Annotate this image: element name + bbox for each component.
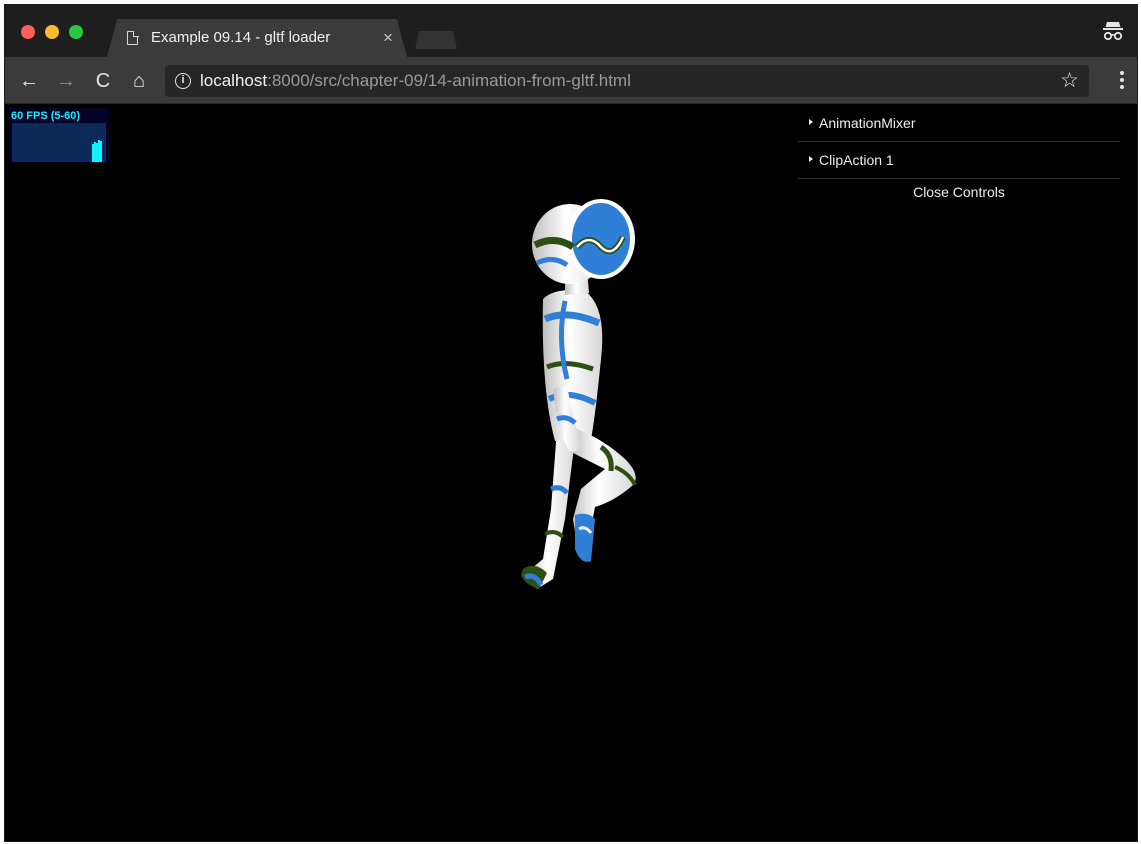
folder-label: AnimationMixer (819, 115, 916, 131)
disclosure-triangle-icon (809, 119, 813, 125)
close-icon[interactable]: × (383, 28, 393, 48)
active-tab[interactable]: Example 09.14 - gltf loader × (107, 19, 407, 57)
new-tab-button[interactable] (415, 31, 457, 49)
minimize-window-button[interactable] (45, 25, 59, 39)
bookmark-star-icon[interactable]: ☆ (1060, 68, 1079, 93)
info-icon[interactable]: i (175, 73, 191, 89)
tab-title: Example 09.14 - gltf loader (151, 29, 331, 46)
url-host: localhost (200, 71, 268, 90)
webgl-viewport[interactable]: 60 FPS (5-60) AnimationMixer ClipAction … (5, 105, 1137, 841)
url-path: :8000/src/chapter-09/14-animation-from-g… (267, 71, 631, 90)
page-icon (127, 30, 139, 45)
close-controls-button[interactable]: Close Controls (798, 179, 1120, 207)
address-bar[interactable]: i localhost:8000/src/chapter-09/14-anima… (165, 65, 1089, 97)
fps-label: 60 FPS (5-60) (11, 110, 81, 122)
fps-graph-bar (100, 141, 102, 162)
folder-animation-mixer[interactable]: AnimationMixer (798, 105, 1120, 142)
maximize-window-button[interactable] (69, 25, 83, 39)
close-window-button[interactable] (21, 25, 35, 39)
browser-window: Example 09.14 - gltf loader × ← → C ⌂ i … (4, 4, 1138, 842)
home-icon[interactable]: ⌂ (127, 69, 151, 93)
incognito-icon (1103, 22, 1123, 41)
controls-panel: AnimationMixer ClipAction 1 Close Contro… (798, 105, 1120, 207)
back-arrow-icon[interactable]: ← (17, 69, 41, 93)
disclosure-triangle-icon (809, 156, 813, 162)
tab-strip: Example 09.14 - gltf loader × (5, 5, 1137, 57)
reload-icon[interactable]: C (91, 69, 115, 93)
fps-graph (12, 123, 106, 162)
browser-toolbar: ← → C ⌂ i localhost:8000/src/chapter-09/… (5, 57, 1137, 104)
url-text[interactable]: localhost:8000/src/chapter-09/14-animati… (200, 71, 631, 91)
gltf-model (521, 199, 637, 589)
folder-clip-action-1[interactable]: ClipAction 1 (798, 142, 1120, 179)
fps-stats-panel[interactable]: 60 FPS (5-60) (9, 108, 109, 164)
forward-arrow-icon[interactable]: → (54, 69, 78, 93)
menu-dots-icon[interactable] (1119, 71, 1125, 91)
folder-label: ClipAction 1 (819, 152, 894, 168)
